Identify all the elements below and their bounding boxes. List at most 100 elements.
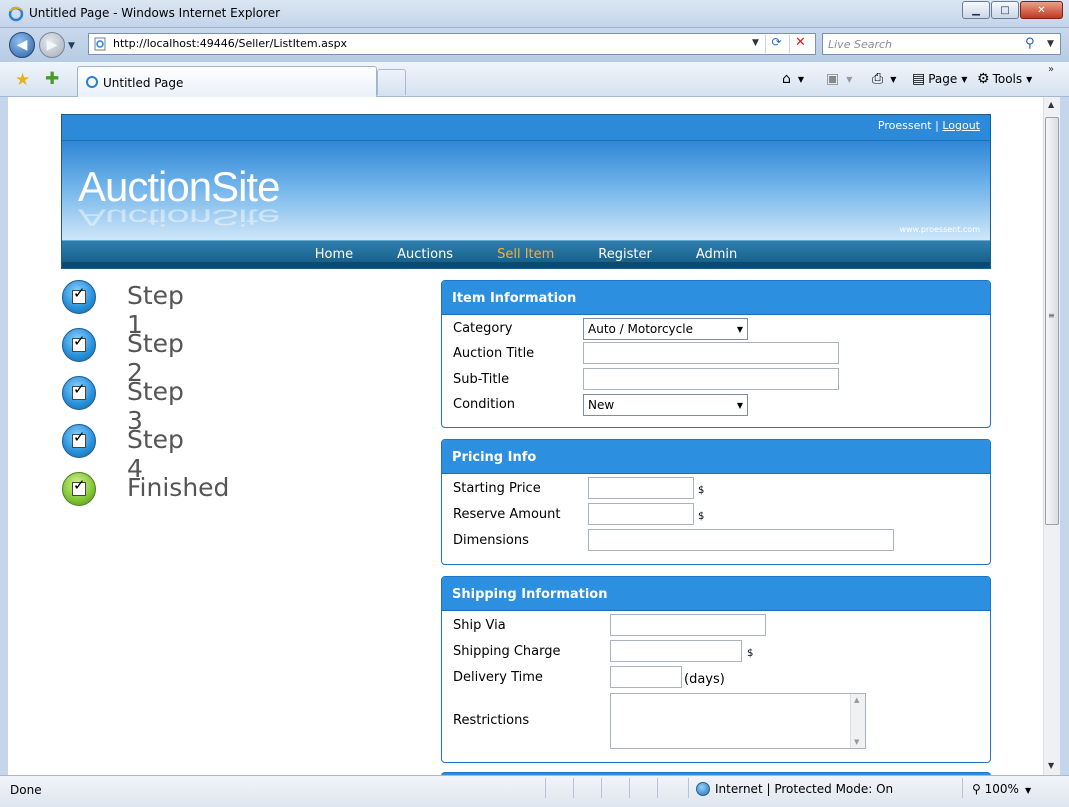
check-blue-icon: ✓ xyxy=(62,328,96,362)
nav-auctions[interactable]: Auctions xyxy=(397,247,453,262)
page-menu-label: Page xyxy=(928,72,958,86)
user-info: Proessent | Logout xyxy=(878,119,980,132)
recent-pages-dropdown-icon[interactable]: ▼ xyxy=(68,41,75,51)
shipping-information-panel: Shipping Information Ship Via Shipping C… xyxy=(441,576,991,763)
window-title: Untitled Page - Windows Internet Explore… xyxy=(29,6,281,20)
scrollbar-grip-icon: ≡ xyxy=(1048,311,1055,320)
close-button[interactable]: ✕ xyxy=(1020,1,1063,19)
tab-label: Untitled Page xyxy=(103,76,184,90)
reserve-amount-label: Reserve Amount xyxy=(453,507,561,522)
refresh-icon[interactable]: ⟳ xyxy=(765,35,787,53)
search-icon[interactable]: ⚲ xyxy=(1025,36,1035,51)
reserve-amount-input[interactable] xyxy=(588,503,694,525)
feeds-button[interactable]: ▣ ▼ xyxy=(826,71,852,87)
chevron-down-icon: ▼ xyxy=(736,325,743,334)
ship-via-label: Ship Via xyxy=(453,618,506,633)
page-icon xyxy=(94,37,106,51)
page-viewport: Proessent | Logout AuctionSite AuctionSi… xyxy=(8,97,1043,775)
site-logo-reflection: AuctionSite xyxy=(78,204,280,231)
scroll-up-icon[interactable]: ▲ xyxy=(1048,100,1054,109)
page-scrollbar[interactable]: ▲ ≡ ▼ xyxy=(1043,97,1060,775)
currency-label: $ xyxy=(698,511,705,522)
home-icon: ⌂ xyxy=(782,71,791,87)
shipping-charge-label: Shipping Charge xyxy=(453,644,561,659)
auction-title-input[interactable] xyxy=(583,342,839,364)
search-options-dropdown-icon[interactable]: ▼ xyxy=(1047,39,1054,49)
minimize-button[interactable]: ▁ xyxy=(962,1,990,19)
window-title-bar: Untitled Page - Windows Internet Explore… xyxy=(0,0,1069,28)
category-select[interactable]: Auto / Motorcycle ▼ xyxy=(583,318,748,340)
chevron-down-icon: ▼ xyxy=(961,74,968,84)
home-button[interactable]: ⌂ ▼ xyxy=(782,71,804,87)
auction-title-label: Auction Title xyxy=(453,346,535,361)
globe-icon xyxy=(696,782,710,796)
tab-untitled-page[interactable]: Untitled Page xyxy=(77,66,377,97)
scrollbar-thumb[interactable] xyxy=(1045,117,1059,525)
search-box[interactable]: Live Search ⚲ ▼ xyxy=(822,33,1061,55)
site-header: Proessent | Logout AuctionSite AuctionSi… xyxy=(61,114,991,269)
item-information-panel: Item Information Category Auto / Motorcy… xyxy=(441,280,991,428)
back-button[interactable]: ◀ xyxy=(9,32,35,58)
page-icon: ▤ xyxy=(912,71,926,87)
stop-icon[interactable]: ✕ xyxy=(789,35,811,53)
add-favorite-icon[interactable]: ✚ xyxy=(45,69,59,89)
shipping-charge-input[interactable] xyxy=(610,640,742,662)
print-button[interactable]: ⎙ ▼ xyxy=(872,71,896,87)
nav-sell-item[interactable]: Sell Item xyxy=(497,247,554,262)
chevron-down-icon: ▼ xyxy=(1024,786,1032,795)
currency-label: $ xyxy=(698,485,705,496)
page-icon xyxy=(86,76,98,88)
pricing-info-panel: Pricing Info Starting Price $ Reserve Am… xyxy=(441,439,991,565)
nav-register[interactable]: Register xyxy=(598,247,652,262)
dimensions-input[interactable] xyxy=(588,529,894,551)
site-banner: AuctionSite AuctionSite www.proessent.co… xyxy=(62,141,990,240)
scroll-down-icon[interactable]: ▼ xyxy=(1048,761,1054,770)
scroll-up-icon[interactable]: ▲ xyxy=(854,696,859,704)
security-zone-label: Internet | Protected Mode: On xyxy=(715,782,894,796)
panel-title: Shipping Information xyxy=(442,577,990,611)
status-text: Done xyxy=(10,783,42,797)
tab-command-bar: ★ ✚ Untitled Page ⌂ ▼ ▣ ▼ ⎙ ▼ ▤ Page ▼ ⚙ Tools… xyxy=(0,62,1069,97)
check-blue-icon: ✓ xyxy=(62,280,96,314)
maximize-button[interactable]: □ xyxy=(991,1,1019,19)
forward-button[interactable]: ▶ xyxy=(39,32,65,58)
delivery-time-input[interactable] xyxy=(610,666,682,688)
security-zone[interactable]: Internet | Protected Mode: On xyxy=(696,782,893,796)
ship-via-input[interactable] xyxy=(610,614,766,636)
site-watermark: www.proessent.com xyxy=(899,225,980,234)
zoom-control[interactable]: ⚲ 100% ▼ xyxy=(972,782,1031,796)
starting-price-input[interactable] xyxy=(588,477,694,499)
check-green-icon: ✓ xyxy=(62,472,96,506)
chevron-down-icon: ▼ xyxy=(797,74,805,84)
scroll-down-icon[interactable]: ▼ xyxy=(854,738,859,746)
nav-home[interactable]: Home xyxy=(315,247,353,262)
chevron-down-icon: ▼ xyxy=(736,401,743,410)
logout-link[interactable]: Logout xyxy=(942,119,980,132)
tools-menu-label: Tools xyxy=(992,72,1023,86)
more-commands-icon[interactable]: » xyxy=(1048,64,1054,75)
currency-label: $ xyxy=(747,648,754,659)
subtitle-input[interactable] xyxy=(583,368,839,390)
window-right-frame xyxy=(1060,97,1069,775)
favorites-star-icon[interactable]: ★ xyxy=(15,70,30,90)
address-dropdown-icon[interactable]: ▼ xyxy=(752,38,759,48)
nav-admin[interactable]: Admin xyxy=(696,247,737,262)
category-label: Category xyxy=(453,321,513,336)
search-input[interactable]: Live Search xyxy=(828,38,892,51)
site-nav: Home Auctions Sell Item Register Admin xyxy=(62,240,990,268)
panel-title: Pricing Info xyxy=(442,440,990,474)
tools-menu[interactable]: ⚙ Tools ▼ xyxy=(977,71,1032,87)
restrictions-textarea[interactable]: ▲ ▼ xyxy=(610,693,866,749)
address-bar[interactable]: http://localhost:49446/Seller/ListItem.a… xyxy=(88,33,816,55)
new-tab-button[interactable] xyxy=(377,69,406,95)
window-left-frame xyxy=(0,97,8,775)
address-url[interactable]: http://localhost:49446/Seller/ListItem.a… xyxy=(113,37,347,50)
zoom-icon: ⚲ xyxy=(972,782,981,796)
back-arrow-icon: ◀ xyxy=(16,37,28,53)
textarea-scrollbar[interactable]: ▲ ▼ xyxy=(850,694,865,748)
page-menu[interactable]: ▤ Page ▼ xyxy=(912,71,967,87)
rss-feed-icon: ▣ xyxy=(826,71,840,87)
condition-select[interactable]: New ▼ xyxy=(583,394,748,416)
chevron-down-icon: ▼ xyxy=(890,74,897,84)
chevron-down-icon: ▼ xyxy=(846,74,853,84)
